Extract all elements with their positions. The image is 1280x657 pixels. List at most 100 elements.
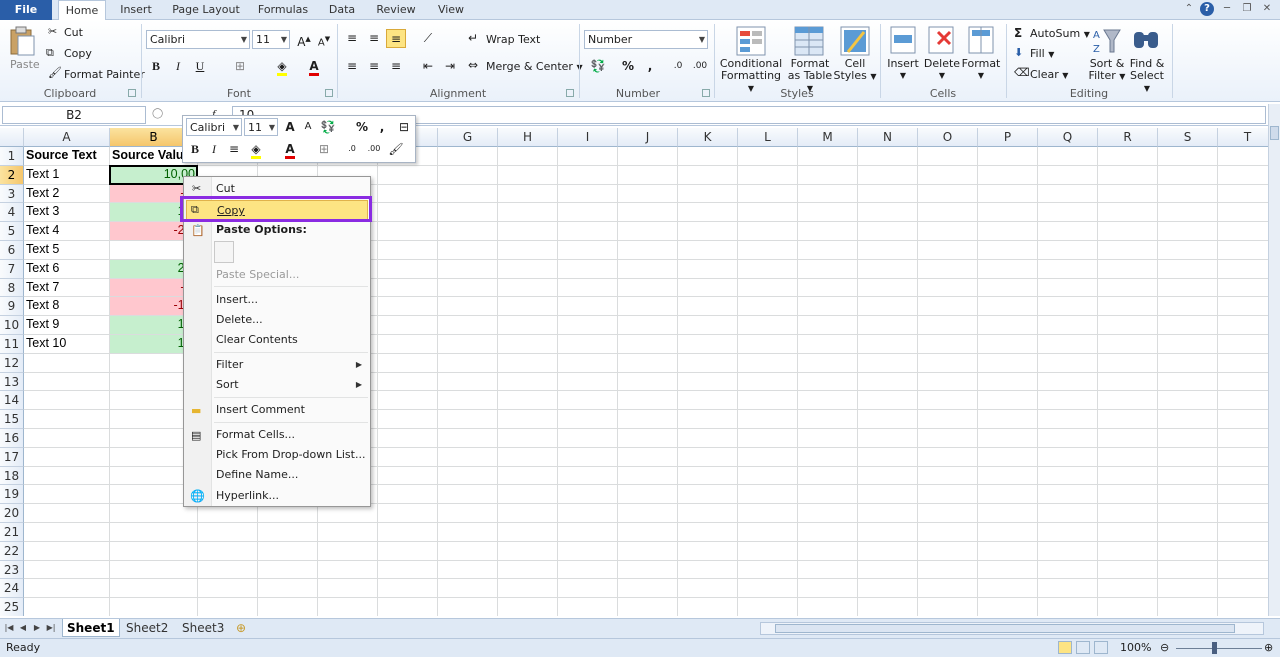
tab-review[interactable]: Review: [370, 0, 422, 20]
menu-item-clear-contents[interactable]: Clear Contents: [186, 330, 368, 350]
zoom-out-icon[interactable]: ⊖: [1160, 641, 1169, 654]
align-left-icon[interactable]: ≡: [342, 57, 362, 76]
menu-item-sort[interactable]: Sort ▶: [186, 375, 368, 395]
italic-icon[interactable]: I: [168, 57, 188, 76]
row-header-9[interactable]: 9: [0, 297, 24, 317]
mini-size-select[interactable]: 11 ▼: [244, 118, 278, 136]
underline-icon[interactable]: U: [190, 57, 210, 76]
number-format-select[interactable]: Number ▼: [584, 30, 708, 49]
mini-bold-icon[interactable]: B: [186, 140, 204, 158]
increase-indent-icon[interactable]: ⇥: [440, 57, 460, 76]
row-header-14[interactable]: 14: [0, 391, 24, 411]
column-header-k[interactable]: K: [678, 128, 738, 147]
minimize-ribbon-icon[interactable]: ⌃: [1182, 2, 1196, 16]
decrease-decimal-icon[interactable]: .00: [690, 57, 710, 76]
mini-decrease-decimal-icon[interactable]: .00: [365, 140, 383, 158]
row-header-24[interactable]: 24: [0, 579, 24, 599]
sheet-tab-1[interactable]: Sheet1: [62, 619, 120, 637]
mini-merge-icon[interactable]: ⊟: [395, 118, 413, 136]
cell-a2[interactable]: Text 1: [24, 166, 109, 184]
font-name-select[interactable]: Calibri ▼: [146, 30, 250, 49]
column-header-g[interactable]: G: [438, 128, 498, 147]
zoom-level[interactable]: 100%: [1120, 641, 1151, 654]
row-header-4[interactable]: 4: [0, 203, 24, 223]
increase-decimal-icon[interactable]: .0: [668, 57, 688, 76]
select-all-corner[interactable]: [0, 128, 24, 147]
first-sheet-icon[interactable]: |◀: [4, 621, 14, 635]
paste-icon[interactable]: [8, 26, 36, 56]
row-header-17[interactable]: 17: [0, 447, 24, 467]
sheet-tab-2[interactable]: Sheet2: [122, 619, 172, 637]
percent-icon[interactable]: %: [618, 57, 638, 76]
column-header-i[interactable]: I: [558, 128, 618, 147]
font-launcher-icon[interactable]: [325, 89, 333, 97]
row-header-5[interactable]: 5: [0, 222, 24, 241]
sort-filter-button[interactable]: Sort & Filter ▼: [1086, 58, 1128, 83]
column-header-q[interactable]: Q: [1038, 128, 1098, 147]
fill-color-icon[interactable]: ◈: [272, 57, 292, 76]
accounting-format-icon[interactable]: 💱: [588, 57, 608, 76]
menu-item-insert[interactable]: Insert...: [186, 290, 368, 310]
tab-formulas[interactable]: Formulas: [252, 0, 314, 20]
cell-styles-button[interactable]: Cell Styles ▼: [832, 58, 878, 83]
mini-format-painter-icon[interactable]: 🖌: [387, 140, 405, 158]
row-header-2[interactable]: 2: [0, 165, 24, 185]
cell-a11[interactable]: Text 10: [24, 335, 109, 353]
row-header-7[interactable]: 7: [0, 259, 24, 279]
menu-item-delete[interactable]: Delete...: [186, 310, 368, 330]
column-header-t[interactable]: T: [1218, 128, 1268, 147]
restore-icon[interactable]: ❐: [1240, 2, 1254, 16]
horizontal-scrollbar[interactable]: [760, 622, 1264, 635]
sheet-tab-3[interactable]: Sheet3: [178, 619, 228, 637]
zoom-slider-handle[interactable]: [1212, 642, 1217, 654]
row-header-25[interactable]: 25: [0, 598, 24, 616]
number-launcher-icon[interactable]: [702, 89, 710, 97]
row-header-3[interactable]: 3: [0, 184, 24, 204]
row-header-12[interactable]: 12: [0, 353, 24, 373]
next-sheet-icon[interactable]: ▶: [32, 621, 42, 635]
mini-borders-icon[interactable]: ⊞: [315, 140, 333, 158]
prev-sheet-icon[interactable]: ◀: [18, 621, 28, 635]
tab-file[interactable]: File: [0, 0, 52, 20]
column-header-o[interactable]: O: [918, 128, 978, 147]
autosum-button[interactable]: AutoSum ▼: [1030, 27, 1090, 40]
row-header-1[interactable]: 1: [0, 147, 24, 166]
row-header-18[interactable]: 18: [0, 466, 24, 486]
tab-view[interactable]: View: [430, 0, 472, 20]
menu-item-hyperlink[interactable]: Hyperlink...: [186, 486, 368, 506]
menu-item-insert-comment[interactable]: Insert Comment: [186, 400, 368, 420]
align-bottom-icon[interactable]: ≡: [386, 29, 406, 48]
column-header-n[interactable]: N: [858, 128, 918, 147]
grow-font-icon[interactable]: A▲: [294, 30, 314, 49]
cell-a9[interactable]: Text 8: [24, 297, 109, 315]
orientation-icon[interactable]: ⟋: [418, 29, 438, 48]
row-header-11[interactable]: 11: [0, 335, 24, 354]
cell-a5[interactable]: Text 4: [24, 222, 109, 240]
column-header-r[interactable]: R: [1098, 128, 1158, 147]
name-box-dropdown-icon[interactable]: ◯: [152, 108, 163, 119]
font-size-select[interactable]: 11 ▼: [252, 30, 290, 49]
merge-center-button[interactable]: Merge & Center ▼: [486, 60, 583, 73]
font-color-icon[interactable]: A: [304, 57, 324, 76]
minimize-icon[interactable]: ─: [1220, 2, 1234, 16]
borders-icon[interactable]: ⊞: [230, 57, 250, 76]
delete-cells-button[interactable]: Delete ▼: [922, 58, 962, 82]
row-header-10[interactable]: 10: [0, 316, 24, 335]
tab-page-layout[interactable]: Page Layout: [168, 0, 244, 20]
clipboard-launcher-icon[interactable]: [128, 89, 136, 97]
mini-font-color-icon[interactable]: A: [281, 140, 299, 159]
paste-option-icon[interactable]: [214, 241, 234, 263]
row-header-22[interactable]: 22: [0, 541, 24, 561]
cell-a6[interactable]: Text 5: [24, 241, 109, 259]
paste-button[interactable]: Paste: [10, 58, 40, 71]
row-header-19[interactable]: 19: [0, 485, 24, 505]
close-icon[interactable]: ✕: [1260, 2, 1274, 16]
column-header-p[interactable]: P: [978, 128, 1038, 147]
align-right-icon[interactable]: ≡: [386, 57, 406, 76]
bold-icon[interactable]: B: [146, 57, 166, 76]
horizontal-scroll-thumb[interactable]: [775, 624, 1235, 633]
mini-font-select[interactable]: Calibri ▼: [186, 118, 242, 136]
insert-sheet-icon[interactable]: ⊕: [232, 619, 250, 637]
cell-a1[interactable]: Source Text: [24, 147, 109, 165]
help-icon[interactable]: ?: [1200, 2, 1214, 16]
